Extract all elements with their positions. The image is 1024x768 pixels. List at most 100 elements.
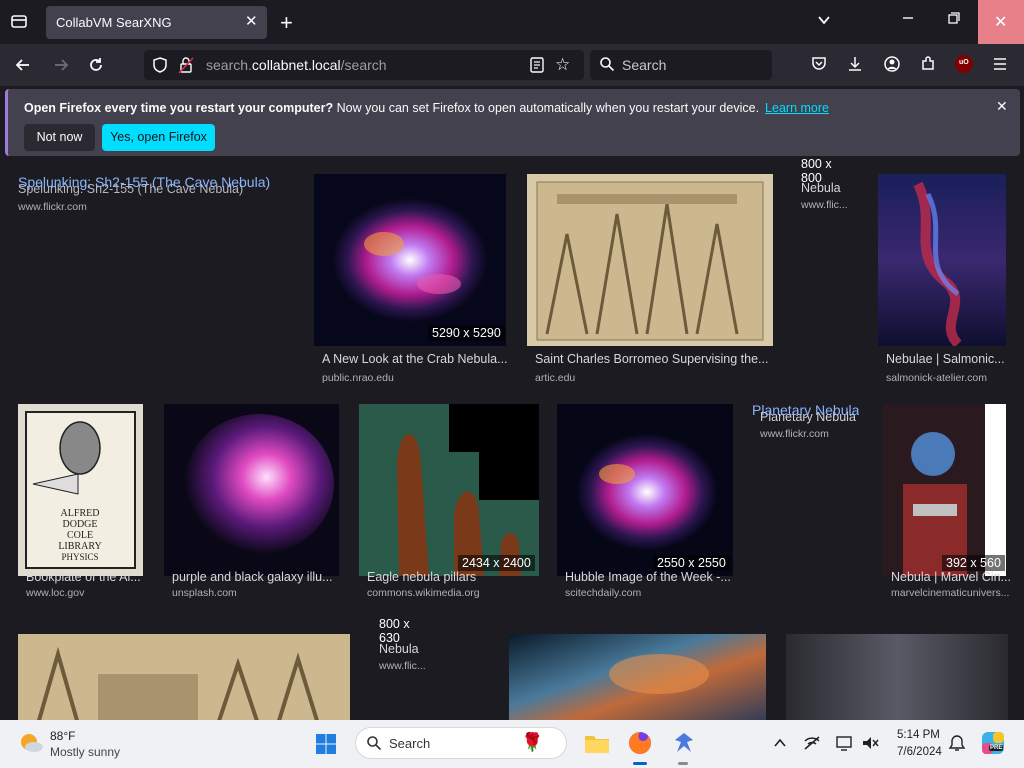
learn-more-link[interactable]: Learn more — [765, 101, 829, 115]
pocket-icon[interactable] — [810, 55, 828, 78]
bookplate-line: PHYSICS — [61, 552, 98, 562]
result-card[interactable]: ALFRED DODGE COLE LIBRARY PHYSICS Bookpl… — [18, 404, 158, 602]
result-url: artic.edu — [535, 372, 576, 384]
active-app-indicator — [633, 762, 647, 765]
marvel-nebula-thumbnail — [883, 404, 1006, 576]
file-explorer-icon[interactable] — [584, 732, 610, 759]
minimize-icon[interactable] — [900, 10, 916, 31]
tab-list-icon[interactable] — [8, 12, 30, 35]
bookplate-thumbnail: ALFRED DODGE COLE LIBRARY PHYSICS — [18, 404, 143, 576]
back-icon[interactable] — [14, 56, 32, 79]
not-now-button[interactable]: Not now — [24, 124, 95, 151]
close-icon[interactable]: ✕ — [996, 98, 1008, 115]
result-card[interactable]: 2434 x 2400 Eagle nebula pillars commons… — [359, 404, 544, 602]
result-card[interactable] — [786, 634, 1010, 720]
result-card[interactable]: 5290 x 5290 A New Look at the Crab Nebul… — [314, 174, 514, 384]
result-url: scitechdaily.com — [565, 587, 642, 599]
result-card[interactable]: 392 x 560 Nebula | Marvel Cin... marvelc… — [883, 404, 1024, 602]
weather-icon[interactable] — [18, 730, 44, 756]
crab-nebula-thumbnail — [314, 174, 506, 346]
ublock-label: uO — [959, 59, 969, 66]
result-card[interactable] — [509, 634, 767, 720]
result-url: commons.wikimedia.org — [367, 587, 480, 599]
forward-icon[interactable] — [52, 56, 70, 79]
notification-title: Open Firefox every time you restart your… — [24, 101, 334, 115]
result-title: Bookplate of the Al... — [26, 570, 141, 584]
bookmark-star-icon[interactable]: ☆ — [555, 55, 570, 75]
windows-start-icon[interactable] — [315, 733, 337, 760]
weather-temperature[interactable]: 88°F — [50, 729, 75, 743]
result-url: unsplash.com — [172, 587, 237, 599]
image-results-grid: Spelunking: Sh2-155 (The Cave Nebula) Sp… — [0, 158, 1024, 720]
result-card[interactable] — [18, 634, 353, 720]
result-card[interactable]: 800 x 630 Nebula www.flic... — [371, 614, 451, 684]
search-placeholder: Search — [622, 57, 667, 73]
taskbar-search-box[interactable]: Search 🌹 — [355, 727, 567, 759]
window-close-button[interactable]: ✕ — [978, 0, 1024, 44]
result-link-title[interactable]: Planetary Nebula — [752, 402, 859, 418]
network-icon[interactable] — [803, 734, 821, 757]
result-url: salmonick-atelier.com — [886, 372, 987, 384]
ublock-icon[interactable]: uO — [955, 55, 973, 73]
weather-description[interactable]: Mostly sunny — [50, 745, 120, 759]
new-tab-icon[interactable]: + — [280, 10, 293, 36]
result-title: Nebula | Marvel Cin... — [891, 570, 1011, 584]
taskbar-search-label: Search — [389, 736, 431, 751]
bell-icon[interactable] — [948, 734, 966, 757]
firefox-icon[interactable] — [627, 730, 653, 761]
url-host: collabnet.local — [251, 57, 341, 73]
result-title: Nebula — [379, 642, 419, 656]
orion-nebula-thumbnail — [164, 404, 339, 576]
url-text: search.collabnet.local/search — [206, 57, 387, 73]
chevron-down-icon[interactable] — [816, 12, 832, 33]
result-card[interactable]: 2550 x 2550 Hubble Image of the Week -..… — [557, 404, 742, 602]
bookplate-line: ALFRED — [61, 508, 100, 519]
result-title: Nebula — [801, 181, 841, 195]
volume-icon[interactable] — [861, 734, 879, 757]
reader-view-icon[interactable] — [529, 56, 545, 79]
download-icon[interactable] — [846, 55, 864, 78]
search-icon — [366, 735, 382, 756]
close-icon: ✕ — [994, 14, 1008, 31]
result-card[interactable]: Nebulae | Salmonic... salmonick-atelier.… — [878, 174, 1018, 384]
result-title: Eagle nebula pillars — [367, 570, 477, 584]
search-icon — [599, 56, 615, 77]
engraving-thumbnail — [18, 634, 350, 720]
url-prefix: search. — [206, 57, 252, 73]
clock-date[interactable]: 7/6/2024 — [897, 746, 942, 758]
copilot-icon[interactable]: PRE — [981, 731, 1005, 755]
nebula-thumbnail — [786, 634, 1008, 720]
reload-icon[interactable] — [87, 56, 105, 79]
result-title: Nebulae | Salmonic... — [886, 352, 1005, 366]
image-size-badge: 5290 x 5290 — [428, 325, 505, 341]
close-icon[interactable]: ✕ — [245, 12, 258, 30]
tab-collabvm-searxng[interactable]: CollabVM SearXNG ✕ — [46, 6, 267, 39]
pre-badge: PRE — [989, 745, 1004, 751]
menu-icon[interactable] — [991, 55, 1009, 78]
bookplate-line: COLE — [67, 530, 93, 541]
open-firefox-button[interactable]: Yes, open Firefox — [102, 124, 215, 151]
result-card[interactable]: 800 x 800 Nebula www.flic... — [793, 158, 868, 218]
extensions-icon[interactable] — [919, 55, 937, 78]
crab-nebula-thumbnail — [557, 404, 733, 576]
app-icon[interactable] — [671, 730, 697, 761]
result-url: marvelcinematicunivers... — [891, 587, 1010, 599]
result-card[interactable]: Saint Charles Borromeo Supervising the..… — [527, 174, 777, 384]
account-icon[interactable] — [883, 55, 901, 78]
notification-message: Open Firefox every time you restart your… — [24, 101, 829, 115]
url-bar[interactable]: search.collabnet.local/search ☆ — [144, 50, 584, 80]
tab-strip: CollabVM SearXNG ✕ + ✕ — [0, 0, 1024, 44]
clock-time[interactable]: 5:14 PM — [897, 729, 940, 741]
shield-icon[interactable] — [151, 56, 169, 79]
image-size-badge: 392 x 560 — [942, 555, 1005, 571]
chevron-up-icon[interactable] — [772, 735, 788, 756]
lock-icon[interactable] — [178, 56, 194, 79]
result-card[interactable]: Spelunking: Sh2-155 (The Cave Nebula) Sp… — [10, 168, 300, 228]
result-card[interactable]: purple and black galaxy illu... unsplash… — [164, 404, 344, 602]
result-card[interactable]: Planetary Nebula Planetary Nebula www.fl… — [752, 402, 870, 464]
wifi-icon[interactable] — [835, 734, 853, 757]
result-link-title[interactable]: Spelunking: Sh2-155 (The Cave Nebula) — [18, 174, 270, 190]
search-box[interactable]: Search — [590, 50, 772, 80]
result-url: www.flic... — [801, 199, 848, 211]
maximize-icon[interactable] — [946, 10, 962, 31]
